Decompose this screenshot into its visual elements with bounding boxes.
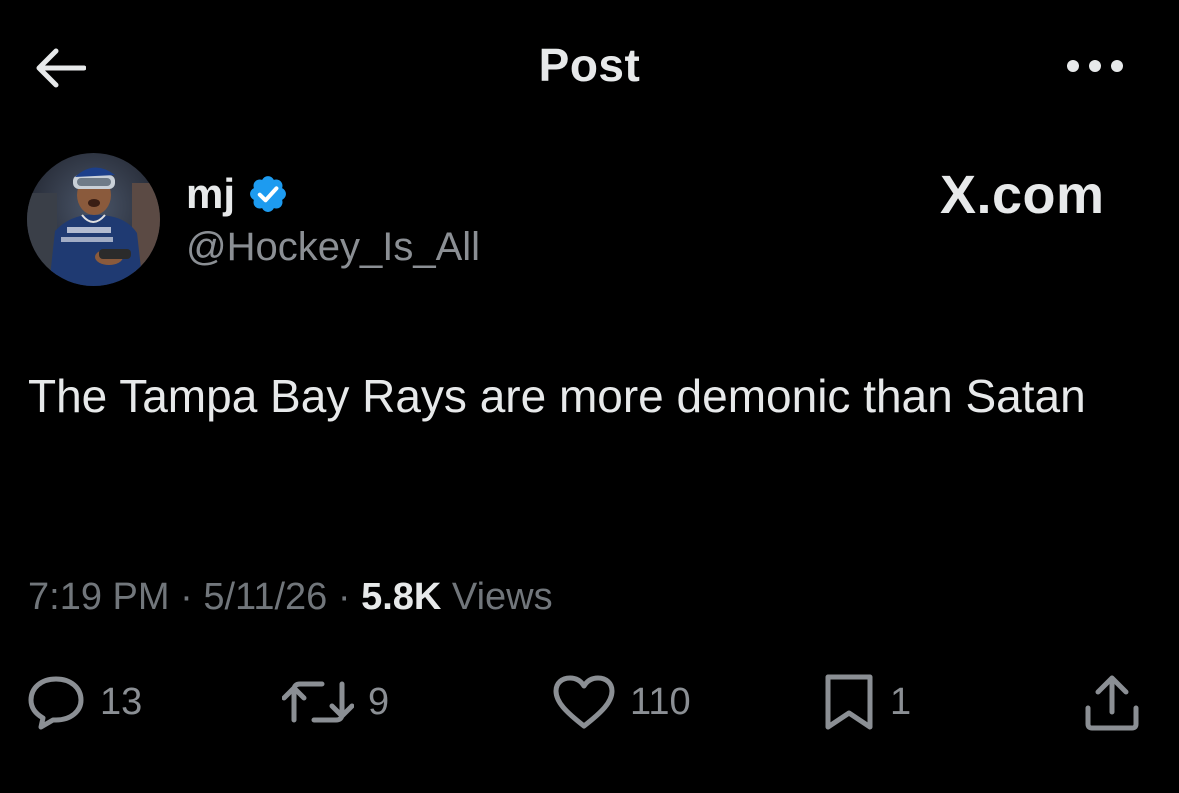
avatar[interactable] [27,153,160,286]
share-button[interactable] [1082,672,1142,732]
post-date[interactable]: 5/11/26 [203,576,327,618]
like-button[interactable]: 110 [552,672,691,732]
meta-separator: · [180,576,193,618]
page-title: Post [538,39,641,91]
bookmark-button[interactable]: 1 [822,672,911,732]
author-name-row[interactable]: mj [186,164,289,224]
post-meta: 7:19 PM · 5/11/26 · 5.8K Views [28,576,553,619]
reply-button[interactable]: 13 [26,672,142,732]
verified-badge-icon [250,176,286,212]
author-handle[interactable]: @Hockey_Is_All [186,225,480,270]
share-icon [1085,675,1139,731]
post-text: The Tampa Bay Rays are more demonic than… [28,370,1086,422]
heart-icon [553,675,615,729]
bookmark-count: 1 [890,680,912,723]
more-options-button[interactable] [1060,44,1130,88]
repost-icon [282,681,354,723]
like-count: 110 [630,680,691,723]
views-label: Views [451,576,553,618]
reply-count: 13 [100,680,143,723]
avatar-image [27,153,160,286]
views-count: 5.8K [361,576,442,618]
meta-separator: · [337,576,351,618]
repost-count: 9 [368,680,390,723]
reply-icon [28,676,84,730]
post-time[interactable]: 7:19 PM [28,576,170,618]
watermark: X.com [940,165,1105,225]
repost-button[interactable]: 9 [282,672,389,732]
bookmark-icon [825,674,873,730]
more-horizontal-icon [1067,60,1123,72]
author-name: mj [186,170,236,217]
